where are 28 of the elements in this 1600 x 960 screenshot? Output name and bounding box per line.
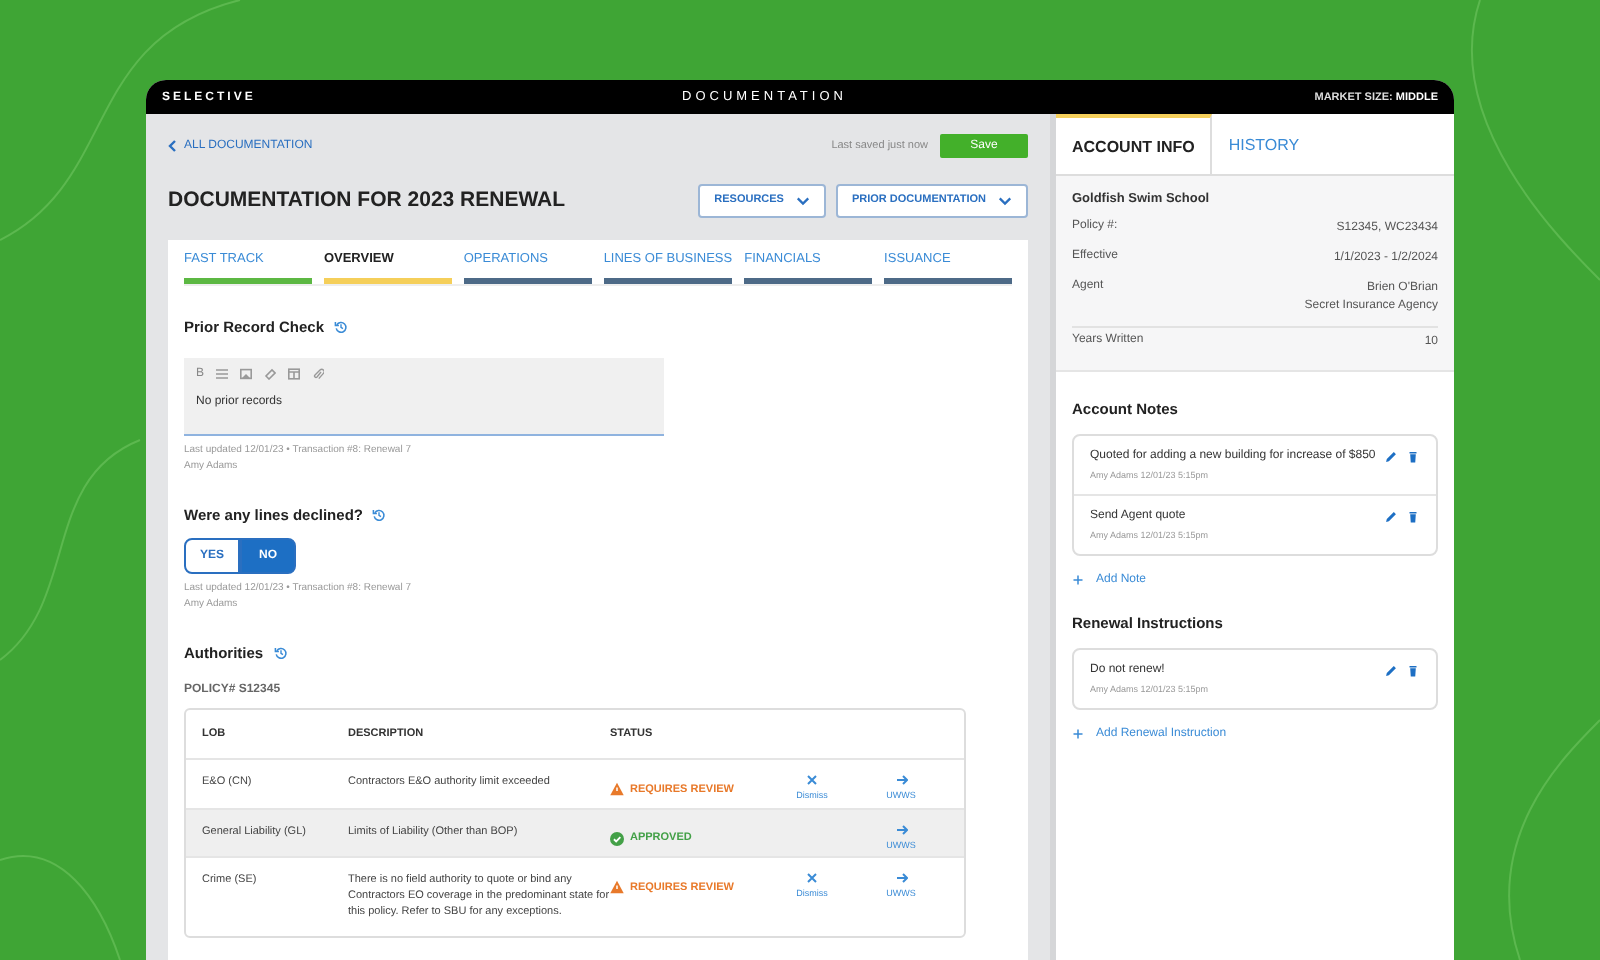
image-icon[interactable] xyxy=(240,368,253,380)
check-circle-icon xyxy=(610,831,624,846)
plus-icon xyxy=(1072,574,1084,586)
table-icon[interactable] xyxy=(288,368,301,380)
chevron-down-icon xyxy=(795,195,810,205)
history-icon[interactable] xyxy=(273,646,288,660)
close-icon xyxy=(806,774,818,786)
pencil-icon[interactable] xyxy=(1384,510,1398,524)
chevron-down-icon xyxy=(998,195,1012,205)
arrow-right-icon xyxy=(895,823,907,836)
trash-icon[interactable] xyxy=(1406,510,1420,524)
warning-icon xyxy=(610,782,624,796)
pencil-icon[interactable] xyxy=(1384,450,1398,464)
history-icon[interactable] xyxy=(334,320,349,334)
pencil-icon[interactable] xyxy=(1384,664,1398,678)
paperclip-icon[interactable] xyxy=(312,368,325,380)
page-title: DOCUMENTATION FOR 2023 RENEWAL xyxy=(168,188,568,212)
trash-icon[interactable] xyxy=(1406,450,1420,464)
trash-icon[interactable] xyxy=(1406,664,1420,678)
history-icon[interactable] xyxy=(372,508,387,522)
plus-icon xyxy=(1072,728,1084,740)
arrow-right-icon xyxy=(895,872,907,885)
warning-icon xyxy=(610,880,624,895)
tab[interactable]: ACCOUNT INFO xyxy=(1056,114,1213,174)
chevron-left-icon xyxy=(168,139,176,151)
list-icon[interactable] xyxy=(216,368,229,380)
arrow-right-icon xyxy=(895,774,907,786)
close-icon xyxy=(806,872,818,885)
